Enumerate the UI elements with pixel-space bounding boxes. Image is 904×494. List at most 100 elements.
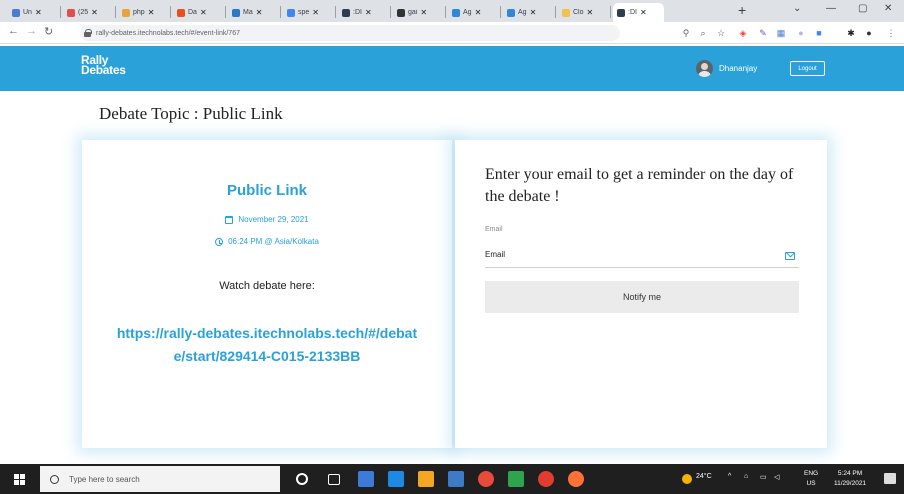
browser-tab[interactable]: Ma ✕ [228,3,279,22]
extension-icon[interactable]: ✎ [758,28,768,38]
tab-close-icon[interactable]: ✕ [365,8,372,17]
weather-temp[interactable]: 24°C [696,473,712,480]
avatar[interactable] [696,60,713,77]
weather-icon[interactable] [682,474,692,484]
forward-icon[interactable]: → [26,25,37,37]
tab-label: Un [23,9,32,16]
browser-tab[interactable]: :DI ✕ [613,3,664,22]
clock-time: 5:24 PM [837,470,863,477]
tab-close-icon[interactable]: ✕ [148,8,155,17]
event-title: Public Link [226,182,307,199]
firefox-icon[interactable] [568,471,584,487]
username[interactable]: Dhananjay [719,64,757,73]
taskbar-search-input[interactable]: Type here to search [40,466,280,492]
rally-debates-logo[interactable]: Rally Debates [81,54,126,77]
notification-icon[interactable] [884,473,896,484]
sublime-icon[interactable] [418,471,434,487]
debate-link[interactable]: https://rally-debates.itechnolabs.tech/#… [112,322,422,368]
tab-separator [445,6,446,18]
reload-icon[interactable]: ↻ [44,25,53,38]
taskbar-search-placeholder: Type here to search [69,474,140,484]
back-icon[interactable]: ← [8,25,19,37]
email-placeholder: Email [485,250,506,259]
event-card: Public Link November 29, 2021 06:24 PM @… [82,140,452,448]
tab-close-icon[interactable]: ✕ [200,8,207,17]
tab-close-icon[interactable]: ✕ [312,8,319,17]
browser-tab[interactable]: (25 ✕ [63,3,114,22]
tab-favicon-icon [507,8,515,17]
tab-label: Ag [518,9,527,16]
browser-tab[interactable]: php ✕ [118,3,169,22]
store-icon[interactable] [388,471,404,487]
new-tab-icon[interactable]: + [738,2,746,18]
tab-close-icon[interactable]: ✕ [530,8,537,17]
tab-close-icon[interactable]: ✕ [420,8,427,17]
file-manager-icon[interactable] [358,471,374,487]
browser-tab[interactable]: spe ✕ [283,3,334,22]
app-header: Rally Debates Dhananjay Logout [0,46,904,91]
email-field[interactable]: Email [485,244,799,268]
tab-close-icon[interactable]: ✕ [35,8,42,17]
search-icon [50,474,59,484]
menu-icon[interactable]: ⋮ [886,28,896,38]
address-bar[interactable]: rally-debates.itechnolabs.tech/#/event-l… [80,25,620,41]
minimize-icon[interactable]: — [826,3,836,14]
network-icon[interactable]: ⌂ [744,473,748,480]
windows-start-icon[interactable] [14,474,25,485]
tab-close-icon[interactable]: ✕ [587,8,594,17]
tab-close-icon[interactable]: ✕ [475,8,482,17]
calendar-icon [225,215,234,224]
profile-icon[interactable]: ● [864,28,874,38]
extensions-puzzle-icon[interactable]: ✱ [846,28,856,38]
url-text: rally-debates.itechnolabs.tech/#/event-l… [96,29,240,37]
tab-close-icon[interactable]: ✕ [91,8,98,17]
browser-tab[interactable]: Ag ✕ [448,3,499,22]
page-title: Debate Topic : Public Link [99,104,283,123]
zoom-icon[interactable]: ⌕ [698,28,708,38]
tab-favicon-icon [617,8,625,17]
browser-tab[interactable]: Da ✕ [173,3,224,22]
tab-separator [390,6,391,18]
close-window-icon[interactable]: ✕ [884,3,892,14]
notify-me-button[interactable]: Notify me [485,281,799,313]
browser-tab[interactable]: Un ✕ [8,3,59,22]
tab-separator [225,6,226,18]
mail-icon [785,252,795,260]
tab-separator [500,6,501,18]
lock-icon [84,29,92,37]
event-time-row: 06:24 PM @ Asia/Kolkata [82,237,452,246]
browser-tab[interactable]: Clo ✕ [558,3,609,22]
task-view-icon[interactable] [328,474,340,485]
cortana-icon[interactable] [296,473,308,485]
system-clock[interactable]: 5:24 PM 11/29/2021 [834,469,866,489]
location-icon[interactable]: ⚲ [681,28,691,38]
tab-favicon-icon [12,8,20,17]
windows-taskbar: Type here to search 24°C ^ ⌂ ▭ ◁ ENG US … [0,464,904,494]
bookmark-star-icon[interactable]: ☆ [716,28,726,38]
app-icon[interactable] [538,471,554,487]
logo-line-2: Debates [81,63,126,77]
logout-button[interactable]: Logout [790,61,825,76]
tab-label: (25 [78,9,89,16]
maximize-icon[interactable]: ▢ [858,3,867,14]
tab-close-icon[interactable]: ✕ [640,8,647,17]
extension-icon[interactable]: ◈ [738,28,748,38]
extension-icon[interactable]: ● [796,28,806,38]
language-indicator[interactable]: ENG US [804,469,818,489]
extension-icon[interactable]: ■ [814,28,824,38]
volume-icon[interactable]: ◁ [774,473,779,481]
browser-tab[interactable]: :DI ✕ [338,3,389,22]
browser-tab[interactable]: Ag ✕ [503,3,554,22]
chrome-icon[interactable] [478,471,494,487]
browser-tab[interactable]: gai ✕ [393,3,444,22]
chevron-up-icon[interactable]: ^ [728,473,731,480]
tab-search-icon[interactable]: ⌄ [793,3,801,14]
terminal-icon[interactable] [448,471,464,487]
battery-icon[interactable]: ▭ [760,473,767,481]
tab-favicon-icon [287,8,295,17]
app-icon[interactable] [508,471,524,487]
extension-icon[interactable]: ▦ [776,28,786,38]
tab-favicon-icon [67,8,75,17]
tab-separator [115,6,116,18]
tab-close-icon[interactable]: ✕ [256,8,263,17]
